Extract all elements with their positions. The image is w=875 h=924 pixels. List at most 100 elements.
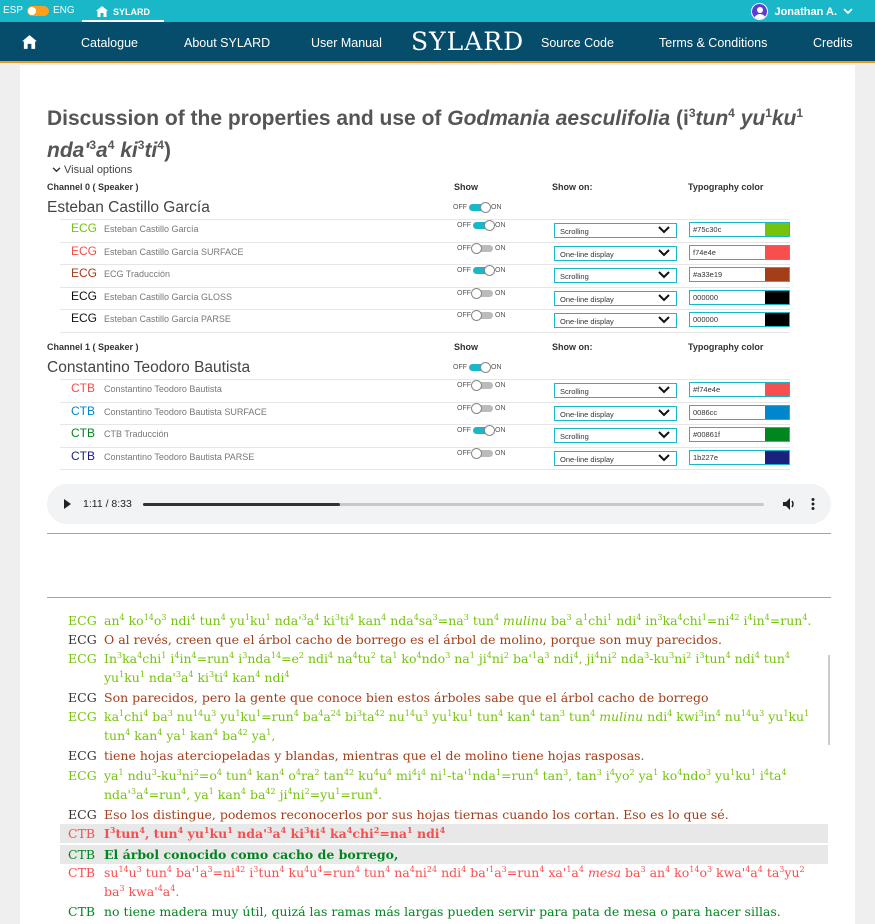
toggle-knob[interactable] (484, 220, 495, 231)
more-options-icon[interactable] (811, 497, 815, 511)
nav-catalogue[interactable]: Catalogue (81, 36, 138, 50)
transcript-line[interactable]: CTB El árbol conocido como cacho de borre… (60, 845, 828, 864)
nav-credits[interactable]: Credits (813, 36, 853, 50)
color-swatch[interactable] (765, 450, 789, 464)
toggle-knob[interactable] (484, 265, 495, 276)
color-input[interactable]: 0086cc (689, 404, 790, 420)
transcript-line[interactable]: CTB no tiene madera muy útil, quizá las r… (60, 902, 828, 921)
chevron-down-icon[interactable] (658, 316, 670, 326)
show-toggle[interactable]: OFF ON (457, 242, 506, 254)
color-swatch[interactable] (765, 290, 789, 304)
chevron-down-icon[interactable] (658, 226, 670, 236)
chevron-down-icon[interactable] (658, 408, 670, 419)
toggle-track[interactable] (471, 402, 493, 414)
audio-progress-bar[interactable] (143, 503, 764, 506)
toggle-track[interactable] (473, 265, 495, 276)
color-swatch[interactable] (765, 268, 789, 281)
color-swatch[interactable] (765, 405, 789, 419)
language-switch[interactable]: ESP ENG (3, 5, 75, 16)
color-swatch[interactable] (765, 428, 789, 441)
color-input[interactable]: 000000 (689, 289, 790, 305)
toggle-knob[interactable] (484, 425, 495, 436)
chevron-down-icon[interactable] (658, 293, 670, 304)
toggle-track[interactable] (473, 425, 495, 436)
lang-esp-label[interactable]: ESP (3, 5, 23, 16)
show-on-select[interactable]: One-line display (554, 245, 677, 261)
color-swatch[interactable] (765, 383, 789, 396)
nav-about[interactable]: About SYLARD (184, 36, 270, 50)
scrollbar[interactable] (828, 655, 830, 745)
transcript-line[interactable]: CTB I3tun4, tun4 yu1ku1 nda'3a4 ki3ti4 ka… (60, 824, 828, 843)
color-input[interactable]: #75c30c (689, 222, 790, 237)
show-toggle[interactable]: OFF ON (457, 265, 506, 276)
show-toggle[interactable]: OFF ON (453, 362, 502, 373)
visual-options-toggle[interactable]: Visual options (52, 164, 132, 176)
toggle-knob[interactable] (480, 202, 491, 213)
color-swatch[interactable] (765, 223, 789, 236)
show-toggle[interactable]: OFF ON (457, 220, 506, 231)
show-on-select[interactable]: Scrolling (554, 383, 677, 398)
toggle-track[interactable] (469, 202, 491, 213)
chevron-down-icon[interactable] (658, 248, 670, 259)
transcript-line[interactable]: ECG O al revés, creen que el árbol cacho … (60, 630, 828, 649)
color-swatch[interactable] (765, 313, 789, 326)
color-input[interactable]: 1b227e (689, 449, 790, 465)
color-input[interactable]: #00861f (689, 427, 790, 442)
color-value[interactable]: 000000 (693, 293, 718, 302)
language-toggle[interactable] (27, 5, 50, 16)
home-tab[interactable]: SYLARD (82, 0, 165, 22)
transcript-line[interactable]: CTB su14u3 tun4 ba'1a3=ni42 i3tun4 ku4u4=… (60, 863, 828, 901)
color-value[interactable]: #75c30c (693, 225, 721, 234)
toggle-knob[interactable] (480, 362, 491, 373)
chevron-down-icon[interactable] (658, 271, 670, 281)
transcript-line[interactable]: ECG an4 ko14o3 ndi4 tun4 yu1ku1 nda'3a4 k… (60, 611, 828, 630)
chevron-down-icon[interactable] (658, 453, 670, 464)
color-input[interactable]: #f74e4e (689, 382, 790, 397)
color-input[interactable]: 000000 (689, 312, 790, 327)
toggle-track[interactable] (469, 362, 491, 373)
transcript-line[interactable]: ECG Son parecidos, pero la gente que cono… (60, 688, 828, 707)
toggle-knob[interactable] (471, 447, 482, 459)
toggle-track[interactable] (471, 287, 493, 299)
color-value[interactable]: #a33e19 (693, 270, 722, 279)
show-on-select[interactable]: One-line display (554, 290, 677, 306)
color-value[interactable]: 0086cc (693, 408, 717, 417)
show-toggle[interactable]: OFF ON (457, 447, 506, 459)
show-on-select[interactable]: One-line display (554, 313, 677, 328)
toggle-knob[interactable] (471, 310, 482, 321)
lang-eng-label[interactable]: ENG (53, 5, 75, 16)
show-toggle[interactable]: OFF ON (457, 380, 506, 391)
visual-options-label[interactable]: Visual options (64, 164, 132, 176)
color-value[interactable]: 1b227e (693, 453, 718, 462)
chevron-down-icon[interactable] (658, 431, 670, 441)
transcript-line[interactable]: ECG ka1chi4 ba3 nu14u3 yu1ku1=run4 ba4a24… (60, 707, 828, 745)
play-icon[interactable] (64, 499, 71, 509)
show-toggle[interactable]: OFF ON (457, 310, 506, 321)
user-menu[interactable]: Jonathan A. (751, 3, 853, 20)
show-on-select[interactable]: Scrolling (554, 268, 677, 283)
color-value[interactable]: #00861f (693, 430, 720, 439)
show-toggle[interactable]: OFF ON (457, 287, 506, 299)
toggle-track[interactable] (471, 310, 493, 321)
color-input[interactable]: f74e4e (689, 244, 790, 260)
toggle-track[interactable] (471, 380, 493, 391)
transcript-line[interactable]: ECG tiene hojas aterciopeladas y blandas,… (60, 746, 828, 765)
color-value[interactable]: f74e4e (693, 248, 716, 257)
transcript-line[interactable]: ECG ya1 ndu3-ku3ni2=o4 tun4 kan4 o4ra2 ta… (60, 766, 828, 804)
color-value[interactable]: #f74e4e (693, 385, 720, 394)
toggle-knob[interactable] (471, 380, 482, 391)
toggle-track[interactable] (471, 242, 493, 254)
show-on-select[interactable]: Scrolling (554, 428, 677, 443)
nav-source-code[interactable]: Source Code (541, 36, 614, 50)
home-icon[interactable] (22, 35, 37, 49)
show-toggle[interactable]: OFF ON (457, 402, 506, 414)
nav-user-manual[interactable]: User Manual (311, 36, 382, 50)
show-on-select[interactable]: Scrolling (554, 223, 677, 238)
transcript-line[interactable]: ECG Eso los distingue, podemos reconocerl… (60, 805, 828, 824)
show-toggle[interactable]: OFF ON (453, 202, 502, 213)
avatar[interactable] (751, 3, 769, 20)
toggle-knob[interactable] (471, 242, 482, 254)
transcript-line[interactable]: ECG In3ka4chi1 i4in4=run4 i3nda14=e2 ndi4… (60, 649, 828, 687)
color-value[interactable]: 000000 (693, 315, 718, 324)
show-toggle[interactable]: OFF ON (457, 425, 506, 436)
